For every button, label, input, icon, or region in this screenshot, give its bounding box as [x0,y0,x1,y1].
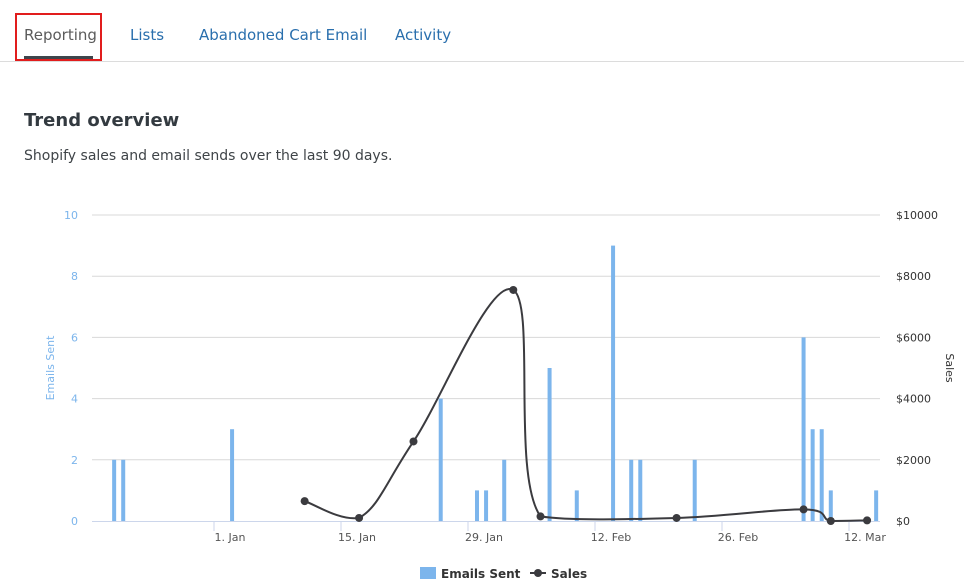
sales-point [826,517,835,525]
emails-sent-bar [547,368,552,521]
emails-sent-bar [475,490,479,521]
sales-point [536,512,545,521]
emails-sent-bar [692,459,697,521]
right-axis: $0 $2000 $4000 $6000 $8000 $10000 [896,209,938,528]
chart-legend: Emails Sent Sales [420,567,587,581]
left-axis-tick-label: 2 [71,454,78,467]
left-axis-tick-label: 0 [71,515,78,528]
right-axis-tick-label: $2000 [896,454,931,467]
emails-sent-bar [121,459,126,521]
emails-sent-bar [638,459,643,521]
sales-point [509,285,518,294]
emails-sent-bar [801,337,806,521]
sales-point [355,513,364,522]
sales-series [300,285,872,525]
left-axis: 0 2 4 6 8 10 [64,209,78,528]
x-axis-tick-label: 29. Jan [465,531,503,544]
left-axis-tick-label: 6 [71,331,78,344]
emails-sent-series [112,245,879,521]
x-axis-tick-label: 15. Jan [338,531,376,544]
legend-sales-label[interactable]: Sales [551,567,587,581]
emails-sent-bar [819,429,824,521]
sales-point [799,505,808,514]
x-axis-tick-label: 12. Mar [844,531,886,544]
legend-emails-sent-label[interactable]: Emails Sent [441,567,521,581]
emails-sent-bar [230,429,235,521]
trend-chart: 1. Jan 15. Jan 29. Jan 12. Feb 26. Feb 12. Ma… [44,209,956,581]
emails-sent-bar [484,490,489,521]
x-axis-tick-label: 1. Jan [215,531,246,544]
left-axis-tick-label: 4 [71,393,78,406]
emails-sent-bar [574,490,579,521]
right-axis-tick-label: $0 [896,515,910,528]
emails-sent-bar [810,429,815,521]
legend-emails-sent-swatch [420,567,436,579]
emails-sent-bar [611,245,616,521]
right-axis-tick-label: $4000 [896,393,931,406]
right-axis-title: Sales [943,353,956,383]
left-axis-tick-label: 10 [64,209,78,222]
emails-sent-bar [629,459,634,521]
sales-point [300,497,309,506]
emails-sent-bar [874,490,879,521]
right-axis-tick-label: $10000 [896,209,938,222]
x-axis: 1. Jan 15. Jan 29. Jan 12. Feb 26. Feb 12. Ma… [92,521,886,544]
grid-lines [92,214,880,461]
legend-sales-marker [534,569,542,577]
emails-sent-bar [502,459,507,521]
left-axis-title: Emails Sent [44,335,57,400]
right-axis-tick-label: $6000 [896,331,931,344]
left-axis-tick-label: 8 [71,270,78,283]
emails-sent-bar [438,398,443,521]
x-axis-tick-label: 12. Feb [591,531,631,544]
sales-point [409,437,418,446]
x-axis-tick-label: 26. Feb [718,531,758,544]
sales-line [304,288,868,523]
emails-sent-bar [828,490,833,521]
emails-sent-bar [112,459,117,521]
right-axis-tick-label: $8000 [896,270,931,283]
sales-point [863,516,872,525]
sales-point [672,513,681,522]
